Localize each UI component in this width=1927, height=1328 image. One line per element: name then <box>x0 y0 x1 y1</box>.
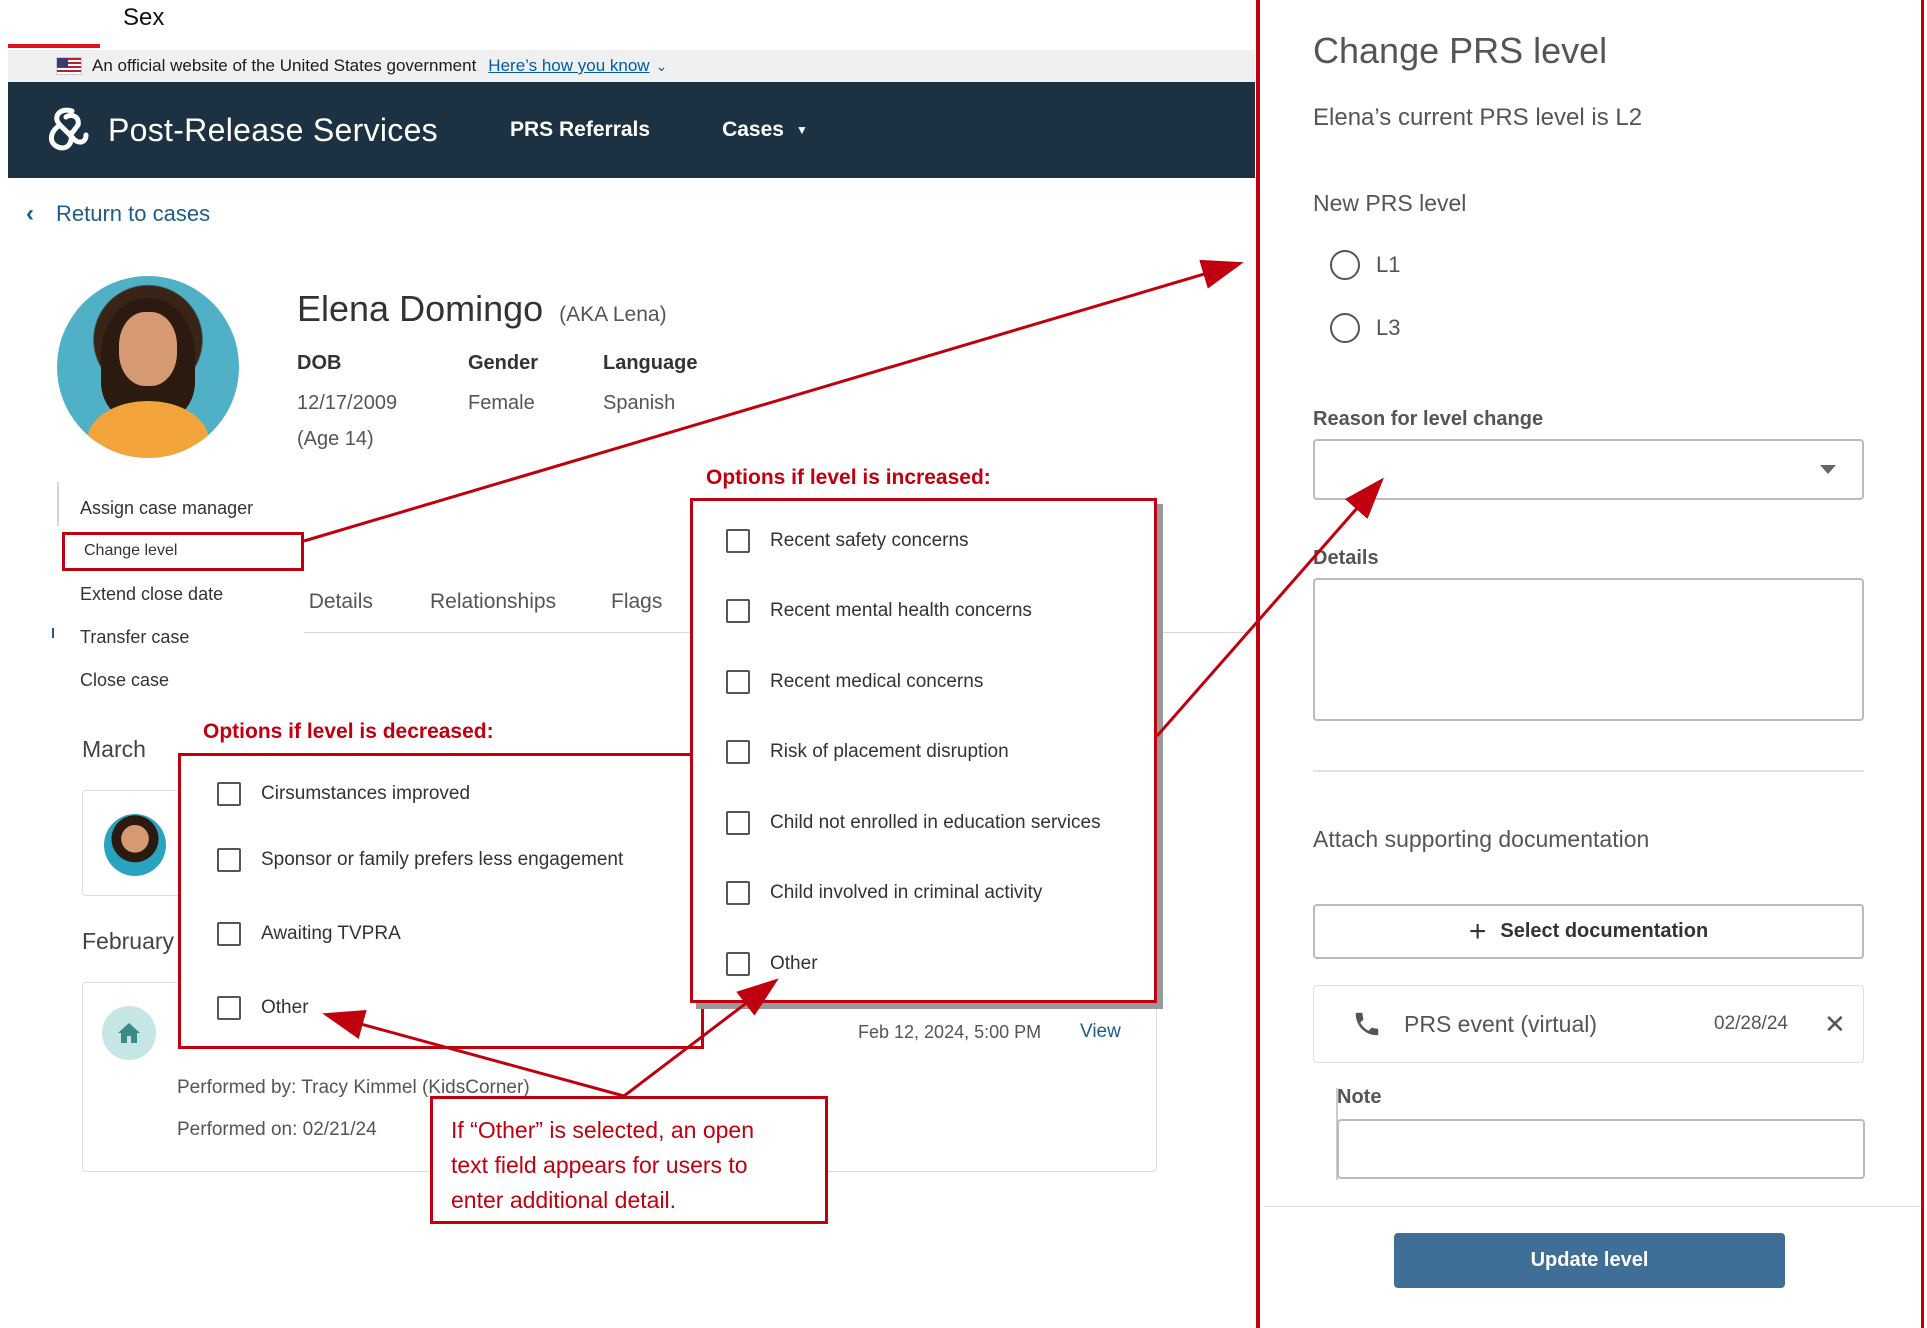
annotation-arrows <box>303 259 1384 1098</box>
arrow-note-to-other-decreased <box>322 1010 625 1098</box>
arrow-note-to-other-increased <box>623 978 779 1098</box>
arrow-options-to-select <box>1155 477 1384 737</box>
arrow-change-level-to-panel <box>303 259 1244 543</box>
